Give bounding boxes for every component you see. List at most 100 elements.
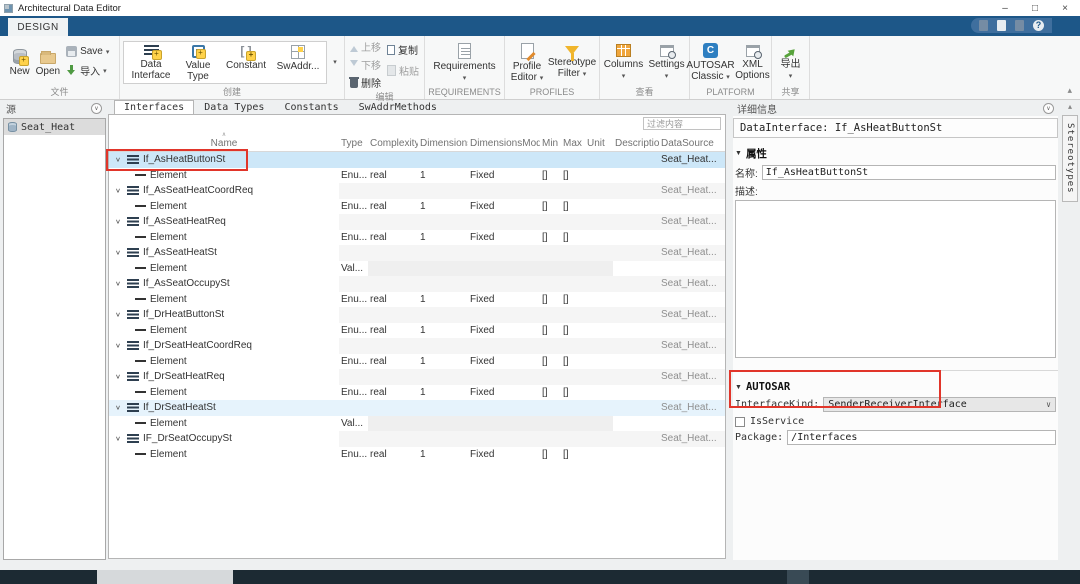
save-button[interactable]: Save▾	[64, 45, 111, 58]
section-label-create: 创建	[120, 86, 344, 99]
close-button[interactable]: ×	[1050, 0, 1080, 16]
quick-icon-3[interactable]	[1015, 20, 1024, 31]
interface-kind-dropdown[interactable]: SenderReceiverInterface ∨	[823, 397, 1056, 412]
chevron-down-icon[interactable]: ∨	[115, 373, 125, 380]
column-header-dimensions[interactable]: Dimensions	[418, 132, 468, 151]
stereotype-filter-button[interactable]: Stereotype Filter ▾	[548, 44, 596, 80]
row-label: Element	[150, 201, 187, 212]
tab-interfaces[interactable]: Interfaces	[114, 100, 194, 115]
paste-button[interactable]: 粘贴	[385, 62, 421, 79]
data-interface-button[interactable]: Data Interface	[126, 43, 176, 82]
sidebar-collapse-icon[interactable]: ∨	[91, 103, 102, 114]
xml-options-button[interactable]: XML Options	[734, 43, 772, 81]
tab-stereotypes[interactable]: Stereotypes	[1062, 115, 1078, 202]
chevron-down-icon[interactable]: ∨	[115, 249, 125, 256]
table-row[interactable]: ∨ If_AsSeatHeatReq Seat_Heat...	[109, 214, 725, 230]
table-row[interactable]: ∨ IF_DrSeatOccupySt Seat_Heat...	[109, 431, 725, 447]
chevron-down-icon[interactable]: ∨	[115, 156, 125, 163]
properties-section-header[interactable]: ▼ 属性	[735, 146, 1056, 161]
table-row[interactable]: ∨ Element Val...	[109, 416, 725, 432]
swaddr-button[interactable]: SwAddr...	[272, 43, 324, 82]
column-header-unit[interactable]: Unit	[585, 132, 613, 151]
tab-data-types[interactable]: Data Types	[194, 100, 274, 115]
column-header-description[interactable]: Description	[613, 132, 659, 151]
taskbar-light-segment	[97, 570, 233, 584]
column-header-datasource[interactable]: DataSource	[659, 132, 725, 151]
column-header-min[interactable]: Min	[540, 132, 561, 151]
quick-icon-2[interactable]	[997, 20, 1006, 31]
autosar-section-header[interactable]: ▼ AUTOSAR	[735, 381, 1056, 393]
table-row[interactable]: ∨ Element Val...	[109, 261, 725, 277]
table-row[interactable]: ∨ Element Enu... real 1 Fixed [] []	[109, 323, 725, 339]
table-row[interactable]: ∨ If_AsHeatButtonSt Seat_Heat...	[109, 152, 725, 168]
chevron-down-icon[interactable]: ∨	[115, 280, 125, 287]
chevron-down-icon[interactable]: ∨	[115, 187, 125, 194]
table-row[interactable]: ∨ Element Enu... real 1 Fixed [] []	[109, 199, 725, 215]
tab-swaddrmethods[interactable]: SwAddrMethods	[349, 100, 447, 115]
chevron-down-icon[interactable]: ∨	[115, 311, 125, 318]
database-icon	[8, 122, 17, 132]
chevron-down-icon[interactable]: ∨	[115, 342, 125, 349]
table-row[interactable]: ∨ If_DrSeatHeatSt Seat_Heat...	[109, 400, 725, 416]
taskbar-app-button[interactable]	[787, 570, 809, 584]
table-row[interactable]: ∨ If_DrSeatHeatCoordReq Seat_Heat...	[109, 338, 725, 354]
details-collapse-icon[interactable]: ∨	[1043, 103, 1054, 114]
data-interface-icon	[144, 45, 159, 57]
collapse-ribbon-icon[interactable]: ▴	[1067, 85, 1072, 96]
column-header-max[interactable]: Max	[561, 132, 585, 151]
table-header[interactable]: ∧ Name Type Complexity Dimensions Dimens…	[109, 132, 725, 152]
value-type-button[interactable]: Value Type	[176, 43, 220, 82]
table-row[interactable]: ∨ If_AsSeatHeatSt Seat_Heat...	[109, 245, 725, 261]
autosar-classic-button[interactable]: C AUTOSAR Classic ▾	[690, 41, 732, 83]
element-dash-icon	[135, 453, 146, 455]
table-row[interactable]: ∨ If_AsSeatHeatCoordReq Seat_Heat...	[109, 183, 725, 199]
minimize-button[interactable]: –	[990, 0, 1020, 16]
profile-editor-button[interactable]: Profile Editor ▾	[508, 41, 546, 84]
quick-icon-1[interactable]	[979, 20, 988, 31]
details-panel: 详细信息 ∨ DataInterface: If_AsHeatButtonSt …	[733, 100, 1058, 560]
new-button[interactable]: New	[8, 47, 32, 77]
copy-button[interactable]: 复制	[385, 41, 421, 58]
table-row[interactable]: ∨ Element Enu... real 1 Fixed [] []	[109, 292, 725, 308]
table-row[interactable]: ∨ Element Enu... real 1 Fixed [] []	[109, 168, 725, 184]
column-header-name[interactable]: ∧ Name	[109, 132, 339, 151]
help-icon[interactable]: ?	[1033, 20, 1044, 31]
table-row[interactable]: ∨ Element Enu... real 1 Fixed [] []	[109, 385, 725, 401]
create-gallery-dropdown[interactable]: ▾	[329, 58, 341, 66]
is-service-checkbox[interactable]	[735, 417, 745, 427]
columns-icon	[616, 44, 631, 57]
description-textarea[interactable]	[735, 200, 1056, 358]
delete-button[interactable]: 删除	[348, 74, 383, 91]
export-button[interactable]: 导出▾	[775, 43, 806, 82]
table-row[interactable]: ∨ If_DrSeatHeatReq Seat_Heat...	[109, 369, 725, 385]
settings-button[interactable]: Settings▾	[647, 43, 687, 82]
import-button[interactable]: 导入▾	[64, 62, 111, 79]
sidebar-item-seat-heat[interactable]: Seat_Heat	[4, 119, 105, 135]
dock-collapse-icon[interactable]: ▴	[1068, 102, 1072, 111]
table-row[interactable]: ∨ If_DrHeatButtonSt Seat_Heat...	[109, 307, 725, 323]
element-dash-icon	[135, 174, 146, 176]
constant-button[interactable]: [ ] Constant	[220, 43, 272, 82]
table-row[interactable]: ∨ Element Enu... real 1 Fixed [] []	[109, 230, 725, 246]
table-row[interactable]: ∨ If_AsSeatOccupySt Seat_Heat...	[109, 276, 725, 292]
column-header-complexity[interactable]: Complexity	[368, 132, 418, 151]
chevron-down-icon[interactable]: ∨	[115, 435, 125, 442]
column-header-dimensionsmode[interactable]: DimensionsMode	[468, 132, 540, 151]
columns-button[interactable]: Columns▾	[603, 42, 645, 82]
column-header-type[interactable]: Type	[339, 132, 368, 151]
chevron-down-icon[interactable]: ∨	[115, 218, 125, 225]
package-input[interactable]	[787, 430, 1056, 445]
interface-icon	[127, 403, 139, 412]
tab-design[interactable]: DESIGN	[8, 18, 68, 36]
chevron-down-icon[interactable]: ∨	[115, 404, 125, 411]
table-row[interactable]: ∨ Element Enu... real 1 Fixed [] []	[109, 354, 725, 370]
filter-input[interactable]	[643, 117, 721, 130]
name-input[interactable]	[762, 165, 1056, 180]
table-row[interactable]: ∨ Element Enu... real 1 Fixed [] []	[109, 447, 725, 463]
maximize-button[interactable]: □	[1020, 0, 1050, 16]
move-up-button[interactable]: 上移	[348, 38, 383, 55]
tab-constants[interactable]: Constants	[274, 100, 348, 115]
move-down-button[interactable]: 下移	[348, 56, 383, 73]
open-button[interactable]: Open	[34, 47, 62, 77]
requirements-button[interactable]: Requirements▾	[429, 41, 501, 84]
